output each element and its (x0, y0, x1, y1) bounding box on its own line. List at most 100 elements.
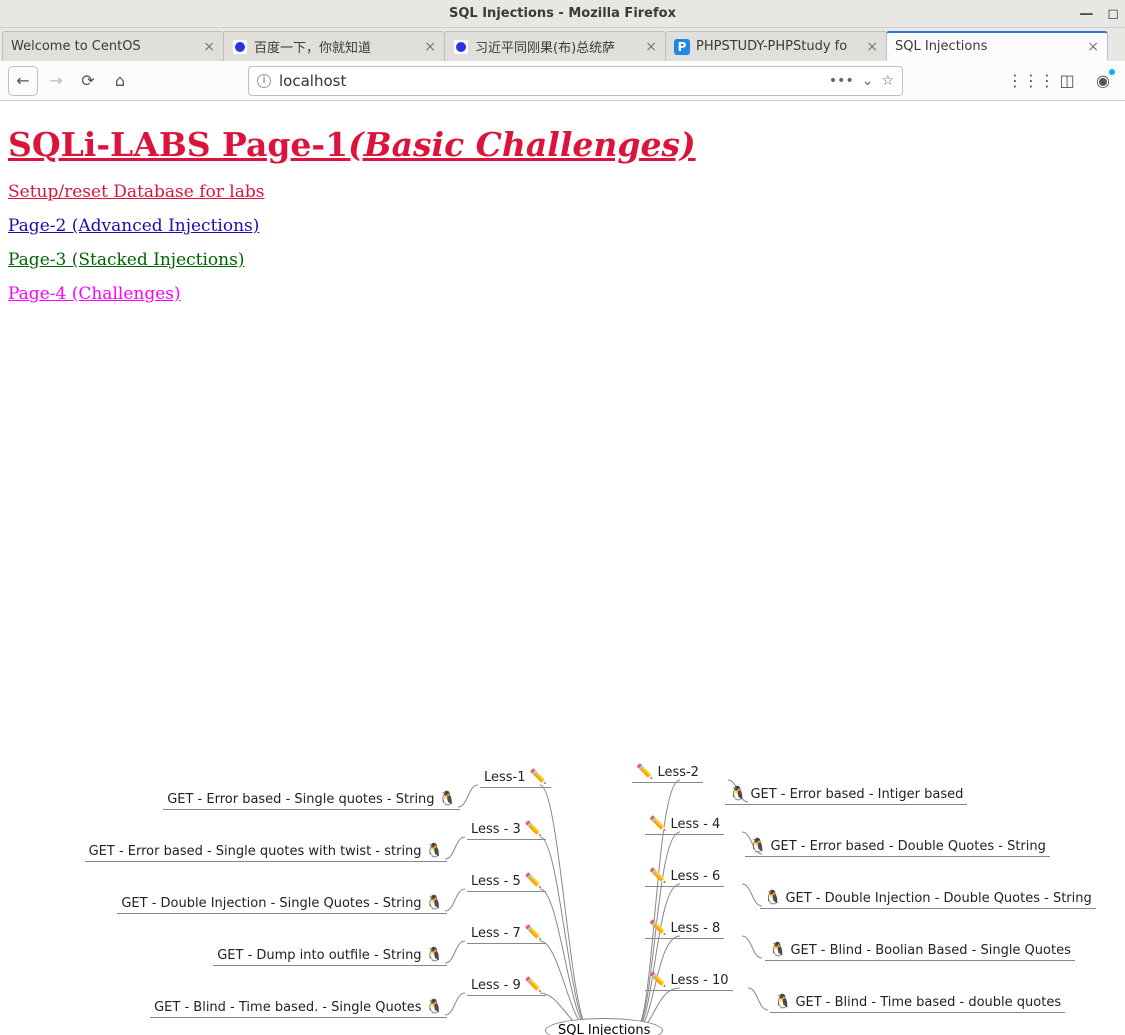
tux-icon: 🐧 (764, 890, 781, 906)
pocket-icon[interactable]: ⌄ (862, 73, 874, 89)
pencil-icon: ✏️ (649, 816, 666, 832)
window-title: SQL Injections - Mozilla Firefox (449, 6, 676, 21)
node-less-7[interactable]: Less - 7 ✏️ (467, 925, 546, 944)
tab-news[interactable]: 习近平同刚果(布)总统萨 × (444, 31, 666, 61)
tux-icon: 🐧 (749, 838, 766, 854)
node-desc-8[interactable]: 🐧GET - Blind - Boolian Based - Single Qu… (765, 942, 1075, 961)
node-desc-9[interactable]: GET - Blind - Time based. - Single Quote… (150, 999, 447, 1018)
close-icon[interactable]: × (1087, 39, 1099, 55)
node-less-3[interactable]: Less - 3 ✏️ (467, 821, 546, 840)
tux-icon: 🐧 (426, 843, 443, 859)
node-label: Less - 6 (670, 869, 720, 884)
node-desc-5[interactable]: GET - Double Injection - Single Quotes -… (117, 895, 447, 914)
pencil-icon: ✏️ (649, 868, 666, 884)
tux-icon: 🐧 (426, 999, 443, 1015)
close-icon[interactable]: × (203, 39, 215, 55)
node-less-6[interactable]: ✏️ Less - 6 (645, 868, 724, 887)
node-desc-4[interactable]: 🐧 GET - Error based - Double Quotes - Str… (745, 838, 1050, 857)
sidebar-icon[interactable]: ◫ (1053, 67, 1081, 95)
close-icon[interactable]: × (866, 39, 878, 55)
node-label: Less - 4 (670, 817, 720, 832)
node-less-9[interactable]: Less - 9 ✏️ (467, 977, 546, 996)
page-content: SQLi-LABS Page-1(Basic Challenges) Setup… (0, 101, 1125, 1035)
forward-button[interactable]: → (42, 67, 70, 95)
node-label: GET - Blind - Time based - double quotes (795, 995, 1061, 1010)
link-page2[interactable]: Page-2 (Advanced Injections) (8, 216, 259, 236)
node-less-2[interactable]: ✏️Less-2 (632, 764, 703, 783)
baidu-favicon-icon (453, 39, 469, 55)
node-desc-10[interactable]: 🐧 GET - Blind - Time based - double quote… (770, 994, 1065, 1013)
pencil-icon: ✏️ (636, 764, 653, 780)
pencil-icon: ✏️ (525, 925, 542, 941)
node-label: Less - 5 (471, 874, 521, 889)
node-label: Less - 10 (670, 973, 728, 988)
node-desc-7[interactable]: GET - Dump into outfile - String 🐧 (213, 947, 447, 966)
node-desc-2[interactable]: 🐧GET - Error based - Intiger based (725, 786, 967, 805)
window-minimize-button[interactable]: — (1079, 6, 1093, 22)
node-label: GET - Blind - Boolian Based - Single Quo… (790, 943, 1070, 958)
node-label: GET - Error based - Single quotes with t… (89, 844, 422, 859)
tab-title: 习近平同刚果(布)总统萨 (475, 37, 639, 56)
node-label: GET - Blind - Time based. - Single Quote… (154, 1000, 421, 1015)
browser-tabstrip: Welcome to CentOS × 百度一下，你就知道 × 习近平同刚果(布… (0, 28, 1125, 61)
node-desc-1[interactable]: GET - Error based - Single quotes - Stri… (163, 791, 460, 810)
tab-title: SQL Injections (895, 39, 1081, 54)
window-titlebar: SQL Injections - Mozilla Firefox — ◻ (0, 0, 1125, 28)
close-icon[interactable]: × (645, 39, 657, 55)
info-icon[interactable]: i (257, 74, 271, 88)
pencil-icon: ✏️ (525, 977, 542, 993)
tab-title: PHPSTUDY-PHPStudy fo (696, 39, 860, 54)
node-less-8[interactable]: ✏️ Less - 8 (645, 920, 724, 939)
phpstudy-favicon-icon: P (674, 39, 690, 55)
node-less-5[interactable]: Less - 5✏️ (467, 873, 546, 892)
node-label: Less - 7 (471, 926, 521, 941)
node-less-1[interactable]: Less-1 ✏️ (480, 769, 551, 788)
link-page3[interactable]: Page-3 (Stacked Injections) (8, 250, 244, 270)
home-button[interactable]: ⌂ (106, 67, 134, 95)
library-icon[interactable]: ⋮⋮⋮ (1017, 67, 1045, 95)
node-label: Less - 8 (670, 921, 720, 936)
back-button[interactable]: ← (8, 66, 38, 96)
node-label: Less - 3 (471, 822, 521, 837)
node-label: GET - Dump into outfile - String (217, 948, 421, 963)
node-desc-3[interactable]: GET - Error based - Single quotes with t… (85, 843, 447, 862)
tab-phpstudy[interactable]: P PHPSTUDY-PHPStudy fo × (665, 31, 887, 61)
window-maximize-button[interactable]: ◻ (1107, 6, 1119, 22)
link-setup-db[interactable]: Setup/reset Database for labs (8, 182, 264, 202)
page-title-link[interactable]: SQLi-LABS Page-1(Basic Challenges) (8, 125, 696, 164)
pencil-icon: ✏️ (649, 972, 666, 988)
tux-icon: 🐧 (774, 994, 791, 1010)
heading-main: SQLi-LABS Page-1 (8, 125, 348, 164)
tux-icon: 🐧 (426, 895, 443, 911)
heading-em: (Basic Challenges) (348, 125, 696, 164)
node-label: GET - Error based - Double Quotes - Stri… (770, 839, 1045, 854)
tab-centos[interactable]: Welcome to CentOS × (2, 31, 224, 61)
pencil-icon: ✏️ (530, 769, 547, 785)
tab-sql-injections[interactable]: SQL Injections × (886, 31, 1108, 61)
node-label: GET - Error based - Intiger based (750, 787, 963, 802)
baidu-favicon-icon (232, 39, 248, 55)
url-bar[interactable]: i localhost ••• ⌄ ☆ (248, 66, 903, 96)
reload-button[interactable]: ⟳ (74, 67, 102, 95)
tab-title: Welcome to CentOS (11, 39, 197, 54)
node-less-10[interactable]: ✏️ Less - 10 (645, 972, 733, 991)
page-action-icon[interactable]: ••• (829, 73, 854, 89)
node-label: GET - Double Injection - Double Quotes -… (785, 891, 1091, 906)
nav-links: Setup/reset Database for labs Page-2 (Ad… (8, 182, 1117, 304)
node-label: GET - Error based - Single quotes - Stri… (167, 792, 434, 807)
pencil-icon: ✏️ (525, 821, 542, 837)
link-page4[interactable]: Page-4 (Challenges) (8, 284, 181, 304)
close-icon[interactable]: × (424, 39, 436, 55)
page-title: SQLi-LABS Page-1(Basic Challenges) (8, 125, 1117, 164)
mindmap: SQL Injections Less-1✏️ GET - Error base… (0, 755, 1125, 1035)
node-less-4[interactable]: ✏️ Less - 4 (645, 816, 724, 835)
node-label: Less - 9 (471, 978, 521, 993)
pencil-icon: ✏️ (649, 920, 666, 936)
browser-navbar: ← → ⟳ ⌂ i localhost ••• ⌄ ☆ ⋮⋮⋮ ◫ ◉ (0, 61, 1125, 101)
tab-baidu[interactable]: 百度一下，你就知道 × (223, 31, 445, 61)
tux-icon: 🐧 (426, 947, 443, 963)
account-icon[interactable]: ◉ (1089, 67, 1117, 95)
node-desc-6[interactable]: 🐧 GET - Double Injection - Double Quotes … (760, 890, 1096, 909)
bookmark-star-icon[interactable]: ☆ (881, 73, 894, 89)
node-label: Less-1 (484, 770, 526, 785)
